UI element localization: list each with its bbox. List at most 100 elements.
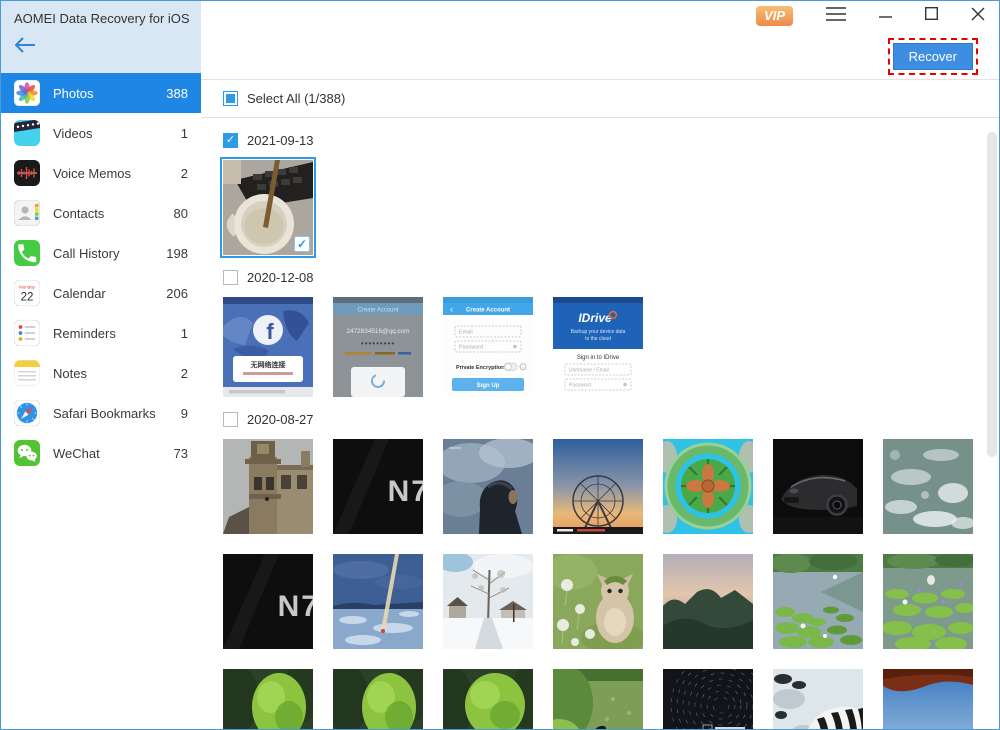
contacts-icon: [14, 200, 40, 226]
sidebar-item-videos[interactable]: Videos1: [1, 113, 201, 153]
voice-memos-icon: [14, 160, 40, 186]
star-trails-photo[interactable]: [663, 669, 753, 729]
svg-text:Email: Email: [459, 330, 473, 336]
sidebar-item-safari-bookmarks[interactable]: Safari Bookmarks9: [1, 393, 201, 433]
sidebar-item-label: WeChat: [53, 446, 174, 461]
clock-tower-photo[interactable]: [223, 439, 313, 534]
svg-text:‹: ‹: [450, 304, 453, 314]
swan-under-tree-photo-2[interactable]: [333, 669, 423, 729]
vip-badge[interactable]: VIP: [756, 6, 793, 26]
date-label: 2020-08-27: [247, 412, 314, 427]
svg-text:Password: Password: [569, 383, 591, 389]
black-sports-car-photo[interactable]: [773, 439, 863, 534]
date-section-header: 2021-09-13: [223, 133, 999, 148]
create-account-form-screenshot[interactable]: Create Account‹EmailPasswordPrivate Encr…: [443, 297, 533, 397]
sidebar-item-label: Contacts: [53, 206, 174, 221]
sidebar: AOMEI Data Recovery for iOS Photos388Vid…: [1, 1, 201, 729]
minimize-button[interactable]: [879, 7, 892, 25]
calendar-icon: Monday22: [14, 280, 40, 306]
lily-pond-photo[interactable]: [773, 554, 863, 649]
svg-text:Create Account: Create Account: [357, 308, 398, 314]
sidebar-item-reminders[interactable]: Reminders1: [1, 313, 201, 353]
call-history-icon: [14, 240, 40, 266]
select-all-bar: Select All (1/388): [201, 80, 999, 118]
white-tiger-photo[interactable]: [773, 669, 863, 729]
photo-browser: 2021-09-13✓2020-12-08f无网络连接Create Accoun…: [201, 118, 999, 729]
sidebar-item-photos[interactable]: Photos388: [1, 73, 201, 113]
svg-text:N7: N7: [278, 590, 313, 623]
sidebar-item-count: 73: [174, 446, 188, 461]
sidebar-item-calendar[interactable]: Monday22Calendar206: [1, 273, 201, 313]
sea-foam-photo[interactable]: [883, 439, 973, 534]
svg-text:•••••••••: •••••••••: [361, 339, 395, 348]
svg-text:22: 22: [21, 292, 34, 304]
frozen-lake-photo[interactable]: [333, 554, 423, 649]
recover-highlight-annotation: Recover: [888, 38, 978, 75]
create-account-loading-screenshot[interactable]: Create Account2472834516@qq.com•••••••••: [333, 297, 423, 397]
sidebar-item-label: Voice Memos: [53, 166, 181, 181]
close-icon: [971, 7, 985, 26]
back-button[interactable]: [14, 37, 38, 58]
swan-on-log-photo[interactable]: [553, 669, 643, 729]
svg-text:Password: Password: [459, 345, 483, 351]
lily-pond-photo-2[interactable]: [883, 554, 973, 649]
sidebar-item-label: Photos: [53, 86, 166, 101]
sidebar-item-voice-memos[interactable]: Voice Memos2: [1, 153, 201, 193]
maximize-button[interactable]: [925, 7, 938, 25]
svg-text:Username / Email: Username / Email: [569, 368, 609, 374]
sidebar-item-notes[interactable]: Notes2: [1, 353, 201, 393]
sidebar-item-count: 388: [166, 86, 188, 101]
select-all-checkbox[interactable]: [223, 91, 238, 106]
green-ornament-photo[interactable]: [663, 439, 753, 534]
svg-text:Backup your device data: Backup your device data: [571, 329, 626, 335]
sidebar-item-contacts[interactable]: Contacts80: [1, 193, 201, 233]
sidebar-item-count: 206: [166, 286, 188, 301]
photo-grid-2021-09-13: ✓: [223, 160, 983, 255]
grass-creature-photo[interactable]: [553, 554, 643, 649]
sidebar-item-label: Notes: [53, 366, 181, 381]
date-checkbox-2020-08-27[interactable]: [223, 412, 238, 427]
photo-grid-2020-08-27: N7 N7: [223, 439, 983, 729]
safari-icon: [14, 400, 40, 426]
notes-icon: [14, 360, 40, 386]
person-looking-up-photo[interactable]: [443, 439, 533, 534]
ferris-wheel-sunset-photo[interactable]: [553, 439, 643, 534]
menu-button[interactable]: [826, 7, 846, 26]
photo-grid-2020-12-08: f无网络连接Create Account2472834516@qq.com•••…: [223, 297, 983, 397]
dusk-mountains-photo[interactable]: [663, 554, 753, 649]
sidebar-item-label: Reminders: [53, 326, 181, 341]
swan-under-tree-photo-3[interactable]: [443, 669, 533, 729]
sidebar-item-call-history[interactable]: Call History198: [1, 233, 201, 273]
sidebar-item-count: 198: [166, 246, 188, 261]
sidebar-item-count: 1: [181, 126, 188, 141]
close-button[interactable]: [971, 7, 985, 26]
scrollbar-thumb[interactable]: [987, 132, 997, 457]
reminders-icon: [14, 320, 40, 346]
sidebar-item-label: Call History: [53, 246, 166, 261]
app-title: AOMEI Data Recovery for iOS: [14, 11, 201, 26]
svg-text:N7: N7: [388, 475, 423, 508]
date-label: 2020-12-08: [247, 270, 314, 285]
svg-text:Sign Up: Sign Up: [477, 383, 500, 389]
sidebar-item-label: Videos: [53, 126, 181, 141]
sidebar-item-wechat[interactable]: WeChat73: [1, 433, 201, 473]
swan-under-tree-photo[interactable]: [223, 669, 313, 729]
photos-icon: [14, 80, 40, 106]
sidebar-item-count: 2: [181, 366, 188, 381]
idrive-signin-screenshot[interactable]: IDriveBackup your device datato the clou…: [553, 297, 643, 397]
date-section-header: 2020-08-27: [223, 412, 999, 427]
svg-text:IDrive: IDrive: [578, 311, 612, 325]
recover-button[interactable]: Recover: [893, 43, 973, 70]
snowy-village-photo[interactable]: [443, 554, 533, 649]
scrollbar: [987, 119, 997, 726]
date-checkbox-2021-09-13[interactable]: [223, 133, 238, 148]
select-all-label: Select All (1/388): [247, 91, 345, 106]
back-arrow-icon: [14, 40, 36, 57]
canyon-lake-photo[interactable]: [883, 669, 973, 729]
coffee-cup-photo[interactable]: ✓: [223, 160, 313, 255]
n7-wallpaper-photo-2[interactable]: N7: [223, 554, 313, 649]
date-checkbox-2020-12-08[interactable]: [223, 270, 238, 285]
n7-wallpaper-photo[interactable]: N7: [333, 439, 423, 534]
facebook-login-screenshot[interactable]: f无网络连接: [223, 297, 313, 397]
minimize-icon: [879, 7, 892, 25]
